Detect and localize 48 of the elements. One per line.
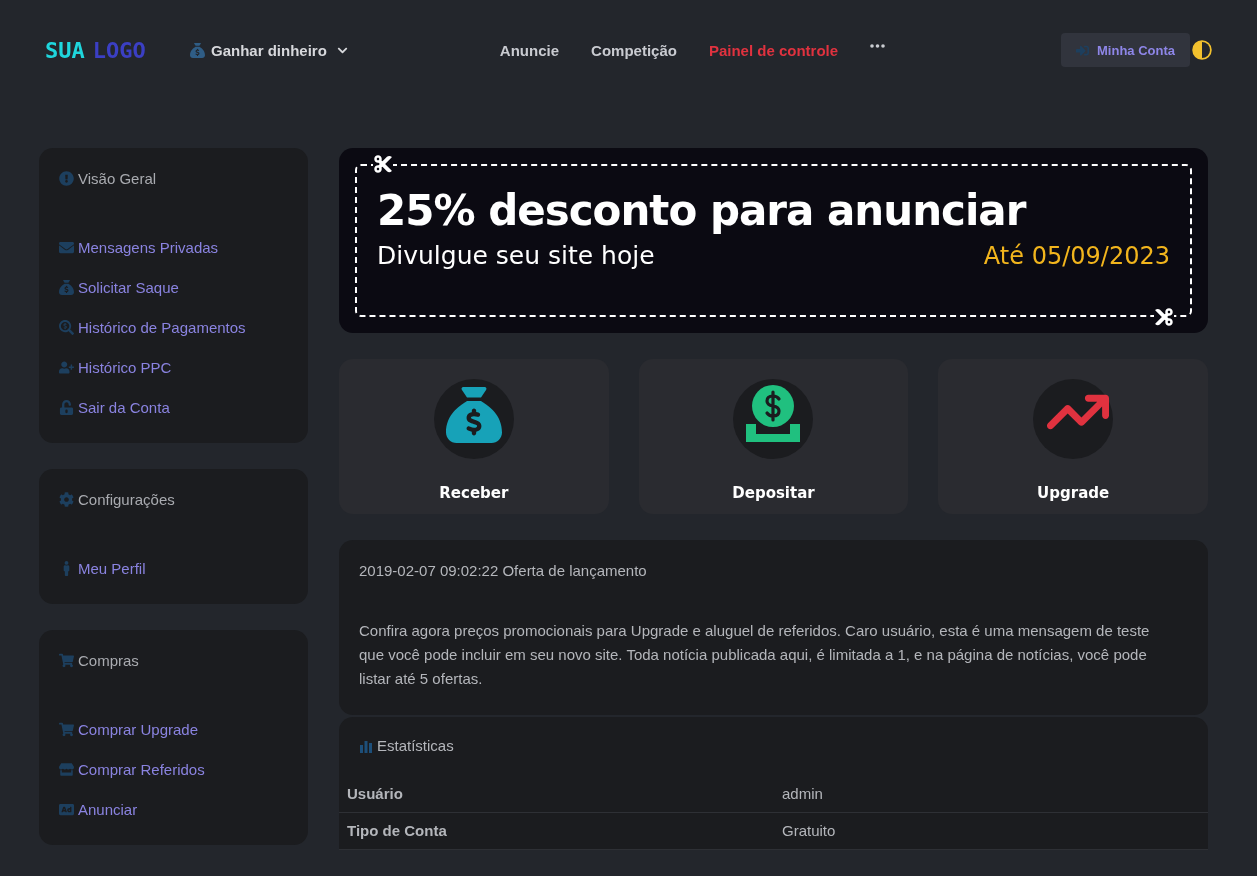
sidebar-link[interactable]: Histórico PPC [59, 355, 288, 379]
sidebar-link[interactable]: Comprar Referidos [59, 757, 288, 781]
sidebar-link[interactable]: Mensagens Privadas [59, 235, 288, 259]
news-heading: 2019-02-07 09:02:22 Oferta de lançamento [359, 562, 648, 579]
exclamation-icon [59, 171, 74, 186]
envelope-icon [59, 239, 74, 255]
cart-icon [59, 721, 74, 737]
sidebar-link[interactable]: Anunciar [59, 797, 288, 821]
nav-link[interactable]: Anuncie [499, 41, 560, 59]
ad-icon [59, 801, 74, 817]
sidebar-link[interactable]: Sair da Conta [59, 395, 288, 419]
user-plus-icon [59, 359, 74, 375]
table-cell-text: Gratuito [782, 821, 837, 841]
sidebar-link[interactable]: Histórico de Pagamentos [59, 315, 288, 339]
section-title: Configurações [78, 491, 175, 508]
cart-icon [59, 653, 74, 668]
money-bag-icon [59, 279, 74, 295]
banner-date: Até 05/09/2023 [983, 242, 1170, 270]
search-dollar-icon [59, 319, 74, 335]
account-button[interactable]: Minha Conta [1061, 33, 1190, 67]
earn-money-menu[interactable]: Ganhar dinheiro [190, 41, 348, 59]
sidebar-link[interactable]: Comprar Upgrade [59, 717, 288, 741]
money-bag-icon [445, 387, 502, 443]
money-bag-icon [190, 42, 205, 58]
news-text: Confira agora preços promocionais para Upgrade e aluguel de referidos. Caro usuário, esta é uma mensagem de teste que você pode incluir em seu novo site. Toda notícia publicada aqui, é limitada a 1, e na página de notícias, você pode listar até 5 ofertas. [359, 621, 1151, 689]
unlocked-padlock-icon [59, 399, 74, 415]
action-tile[interactable]: Depositar [638, 359, 909, 514]
action-tile[interactable]: Receber [339, 359, 609, 514]
sidebar-link[interactable]: Solicitar Saque [59, 275, 288, 299]
logo[interactable]: SUA LOGO [45, 37, 190, 63]
section-title: Compras [78, 652, 139, 669]
action-tile[interactable]: Upgrade [938, 359, 1208, 514]
table-cell-text: admin [782, 784, 824, 804]
store-icon [59, 761, 74, 777]
banner-title: 25% desconto para anunciar [377, 186, 1028, 235]
theme-toggle-icon[interactable] [1192, 40, 1212, 60]
more-icon[interactable] [870, 44, 886, 48]
sidebar-link[interactable]: Meu Perfil [59, 556, 288, 580]
sign-in-icon [1076, 43, 1089, 57]
nav-link[interactable]: Competição [591, 41, 677, 59]
section-title: Visão Geral [78, 170, 157, 187]
stats-title: Estatísticas [377, 737, 454, 754]
table-cell-text: Usuário [347, 784, 404, 804]
settings-icon [59, 492, 74, 507]
table-cell-text: Tipo de Conta [347, 821, 448, 841]
nav-link[interactable]: Painel de controle [708, 41, 839, 59]
bar-chart-icon [359, 738, 373, 753]
banner-subtitle: Divulgue seu site hoje [377, 241, 655, 270]
